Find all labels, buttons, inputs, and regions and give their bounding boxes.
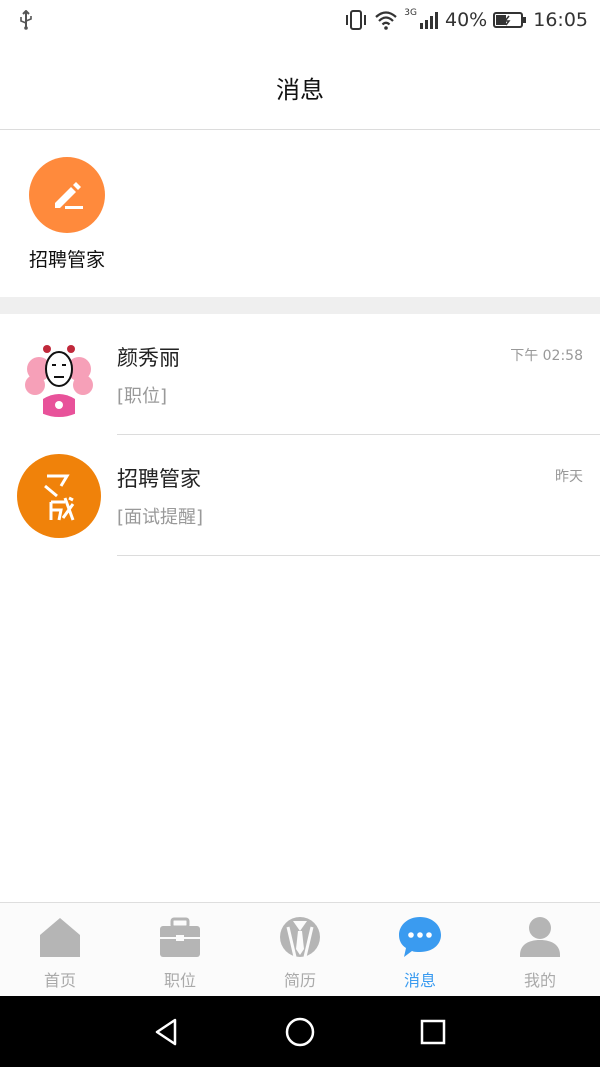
vibrate-icon bbox=[346, 10, 367, 30]
tab-label: 消息 bbox=[403, 971, 436, 990]
section-divider bbox=[0, 297, 600, 314]
top-header: 消息 bbox=[0, 40, 600, 130]
quick-entry-recruit-assistant[interactable]: 招聘管家 bbox=[22, 157, 112, 272]
recents-icon[interactable] bbox=[417, 1016, 449, 1048]
tab-home[interactable]: 首页 bbox=[0, 903, 120, 996]
system-nav-bar bbox=[0, 996, 600, 1067]
wifi-icon bbox=[375, 11, 398, 30]
battery-percent: 40% bbox=[445, 9, 488, 31]
page-title: 消息 bbox=[276, 76, 324, 104]
tab-profile[interactable]: 我的 bbox=[480, 903, 600, 996]
battery-icon bbox=[493, 12, 527, 28]
brand-logo-avatar bbox=[17, 454, 101, 538]
home-icon bbox=[40, 918, 80, 957]
clock: 16:05 bbox=[533, 9, 588, 31]
signal-icon bbox=[420, 12, 438, 29]
message-time: 昨天 bbox=[555, 469, 583, 485]
edit-icon bbox=[29, 157, 105, 233]
message-preview: [面试提醒] bbox=[117, 507, 204, 528]
back-icon[interactable] bbox=[151, 1016, 183, 1048]
tab-resume[interactable]: 简历 bbox=[240, 903, 360, 996]
message-list: 颜秀丽 [职位] 下午 02:58 招聘管家 [面试提醒] 昨天 bbox=[0, 314, 600, 556]
user-icon bbox=[520, 917, 560, 957]
status-bar: 3G 40% 16:05 bbox=[0, 0, 600, 40]
row-divider bbox=[117, 555, 600, 556]
bottom-tab-bar: 首页 职位 简历 消息 我的 bbox=[0, 902, 600, 996]
message-preview: [职位] bbox=[117, 386, 168, 407]
resume-icon bbox=[280, 917, 320, 958]
briefcase-icon bbox=[160, 917, 200, 957]
tab-label: 职位 bbox=[163, 971, 196, 990]
message-sender: 招聘管家 bbox=[117, 467, 201, 491]
message-sender: 颜秀丽 bbox=[117, 346, 180, 370]
message-item[interactable]: 招聘管家 [面试提醒] 昨天 bbox=[0, 435, 600, 556]
quick-entry-label: 招聘管家 bbox=[28, 249, 105, 271]
tab-jobs[interactable]: 职位 bbox=[120, 903, 240, 996]
tab-label: 首页 bbox=[43, 971, 76, 990]
message-item[interactable]: 颜秀丽 [职位] 下午 02:58 bbox=[0, 314, 600, 435]
usb-icon bbox=[20, 10, 32, 30]
cartoon-avatar bbox=[17, 333, 101, 417]
tab-label: 我的 bbox=[523, 971, 556, 990]
message-time: 下午 02:58 bbox=[510, 348, 583, 364]
tab-label: 简历 bbox=[283, 971, 316, 990]
tab-messages[interactable]: 消息 bbox=[360, 903, 480, 996]
chat-icon bbox=[399, 917, 441, 957]
network-type: 3G bbox=[404, 8, 417, 18]
home-circle-icon[interactable] bbox=[284, 1016, 316, 1048]
quick-entry-section: 招聘管家 bbox=[0, 131, 600, 297]
